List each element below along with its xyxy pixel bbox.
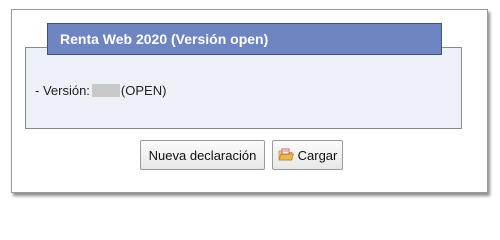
open-folder-icon <box>278 148 294 162</box>
load-button-label: Cargar <box>297 147 338 163</box>
version-row: - Versión: (OPEN) <box>35 81 166 99</box>
panel-title: Renta Web 2020 (Versión open) <box>47 23 442 55</box>
version-label: - Versión: <box>35 82 90 98</box>
new-declaration-button[interactable]: Nueva declaración <box>140 140 265 170</box>
version-suffix: (OPEN) <box>120 82 167 98</box>
load-button[interactable]: Cargar <box>272 140 343 170</box>
redacted-version-value <box>91 83 120 97</box>
